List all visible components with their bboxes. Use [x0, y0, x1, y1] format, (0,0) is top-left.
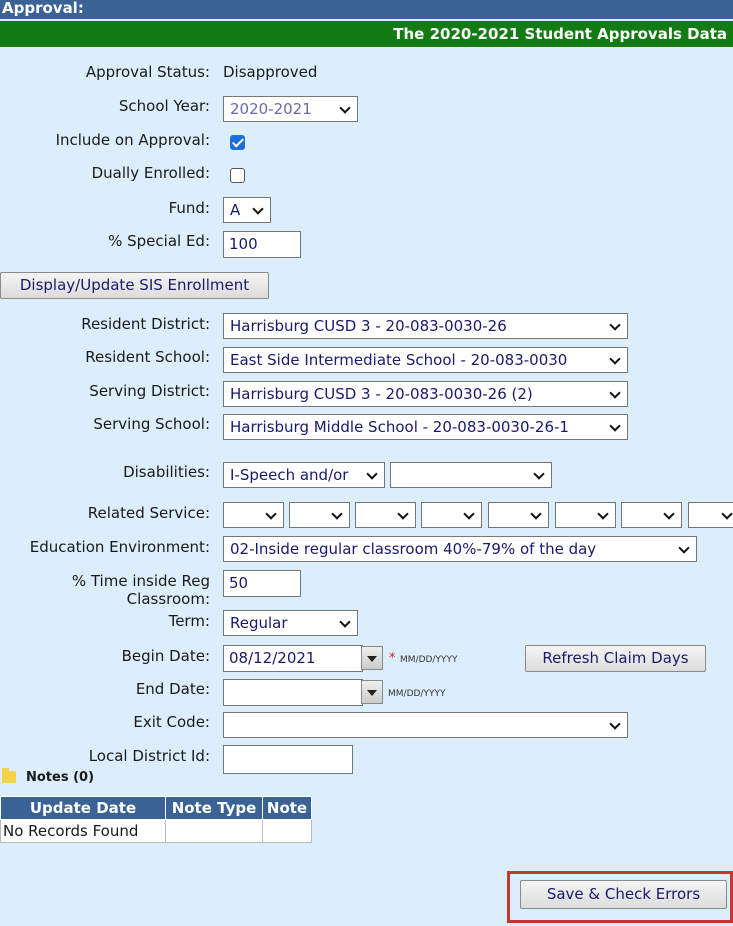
resident-school-label: Resident School: — [85, 348, 210, 366]
required-marker: * — [389, 651, 396, 666]
chevron-down-icon — [533, 463, 547, 487]
calendar-dropdown-icon[interactable] — [361, 680, 383, 704]
chevron-down-icon — [609, 713, 623, 737]
begin-date-label: Begin Date: — [121, 647, 210, 665]
notes-table: Update Date Note Type Note No Records Fo… — [0, 796, 312, 843]
dually-enrolled-checkbox[interactable] — [230, 168, 245, 183]
chevron-down-icon — [609, 348, 623, 372]
chevron-down-icon — [339, 97, 353, 121]
related-service-select-8[interactable] — [688, 502, 733, 528]
include-on-approval-label: Include on Approval: — [55, 131, 210, 149]
exit-code-label: Exit Code: — [133, 713, 210, 731]
serving-school-select[interactable]: Harrisburg Middle School - 20-083-0030-2… — [223, 414, 628, 440]
chevron-down-icon — [339, 611, 353, 635]
save-check-errors-button[interactable]: Save & Check Errors — [520, 880, 727, 909]
column-header-update-date[interactable]: Update Date — [0, 796, 166, 820]
table-cell — [262, 819, 312, 843]
related-service-select-5[interactable] — [488, 502, 549, 528]
approval-status-label: Approval Status: — [85, 63, 210, 81]
related-service-select-1[interactable] — [223, 502, 284, 528]
school-year-label: School Year: — [118, 97, 210, 115]
local-district-id-input[interactable] — [223, 745, 353, 774]
related-service-select-4[interactable] — [421, 502, 482, 528]
chevron-down-icon — [609, 314, 623, 338]
education-environment-label: Education Environment: — [29, 538, 210, 556]
special-ed-input[interactable]: 100 — [223, 231, 301, 258]
chevron-down-icon — [678, 537, 692, 561]
chevron-down-icon — [609, 415, 623, 439]
disability-select-2[interactable] — [390, 462, 552, 488]
notes-title[interactable]: Notes (0) — [26, 770, 94, 785]
related-service-select-6[interactable] — [555, 502, 616, 528]
chevron-down-icon — [397, 503, 411, 527]
related-service-label: Related Service: — [87, 504, 210, 522]
related-service-select-3[interactable] — [355, 502, 416, 528]
end-date-label: End Date: — [135, 680, 210, 698]
resident-district-select[interactable]: Harrisburg CUSD 3 - 20-083-0030-26 — [223, 313, 628, 339]
term-select[interactable]: Regular — [223, 610, 358, 636]
chevron-down-icon — [609, 382, 623, 406]
education-environment-select[interactable]: 02-Inside regular classroom 40%-79% of t… — [223, 536, 697, 562]
exit-code-select[interactable] — [223, 712, 628, 738]
chevron-down-icon — [366, 463, 380, 487]
begin-date-format-hint: MM/DD/YYYY — [400, 655, 458, 665]
empty-message: No Records Found — [0, 819, 166, 843]
refresh-claim-days-button[interactable]: Refresh Claim Days — [525, 645, 706, 672]
chevron-down-icon — [252, 198, 266, 222]
disabilities-label: Disabilities: — [123, 463, 210, 481]
chevron-down-icon — [331, 503, 345, 527]
school-year-select[interactable]: 2020-2021 — [223, 96, 358, 122]
special-ed-label: % Special Ed: — [108, 232, 210, 250]
column-header-note-type[interactable]: Note Type — [165, 796, 263, 820]
fund-label: Fund: — [168, 199, 210, 217]
chevron-down-icon — [265, 503, 279, 527]
related-service-select-2[interactable] — [289, 502, 350, 528]
end-date-input[interactable] — [223, 679, 363, 706]
display-update-sis-enrollment-button[interactable]: Display/Update SIS Enrollment — [0, 272, 269, 299]
chevron-down-icon — [721, 503, 733, 527]
local-district-id-label: Local District Id: — [88, 747, 210, 765]
chevron-down-icon — [530, 503, 544, 527]
fund-select[interactable]: A — [223, 197, 271, 223]
approval-status-value: Disapproved — [223, 63, 318, 81]
resident-school-select[interactable]: East Side Intermediate School - 20-083-0… — [223, 347, 628, 373]
banner: The 2020-2021 Student Approvals Data — [0, 21, 733, 47]
end-date-format-hint: MM/DD/YYYY — [388, 689, 446, 699]
column-header-note[interactable]: Note — [262, 796, 312, 820]
table-row: No Records Found — [0, 819, 312, 843]
calendar-dropdown-icon[interactable] — [361, 646, 383, 670]
notes-header-row: Update Date Note Type Note — [0, 796, 312, 820]
serving-district-select[interactable]: Harrisburg CUSD 3 - 20-083-0030-26 (2) — [223, 381, 628, 407]
banner-title: The 2020-2021 Student Approvals Data — [393, 25, 727, 43]
chevron-down-icon — [597, 503, 611, 527]
related-service-select-7[interactable] — [621, 502, 682, 528]
table-cell — [165, 819, 263, 843]
chevron-down-icon — [463, 503, 477, 527]
time-inside-reg-label: % Time inside Reg Classroom: — [71, 572, 210, 608]
serving-school-label: Serving School: — [93, 415, 210, 433]
include-on-approval-checkbox[interactable] — [230, 135, 245, 150]
section-title-bar: Approval: — [0, 0, 733, 19]
time-inside-reg-input[interactable]: 50 — [223, 570, 301, 597]
chevron-down-icon — [663, 503, 677, 527]
serving-district-label: Serving District: — [89, 382, 210, 400]
term-label: Term: — [168, 612, 210, 630]
disability-select-1[interactable]: I-Speech and/or — [223, 462, 385, 488]
section-title: Approval: — [2, 0, 84, 17]
dually-enrolled-label: Dually Enrolled: — [91, 164, 210, 182]
folder-icon — [2, 768, 16, 783]
resident-district-label: Resident District: — [81, 315, 210, 333]
begin-date-input[interactable]: 08/12/2021 — [223, 645, 363, 672]
